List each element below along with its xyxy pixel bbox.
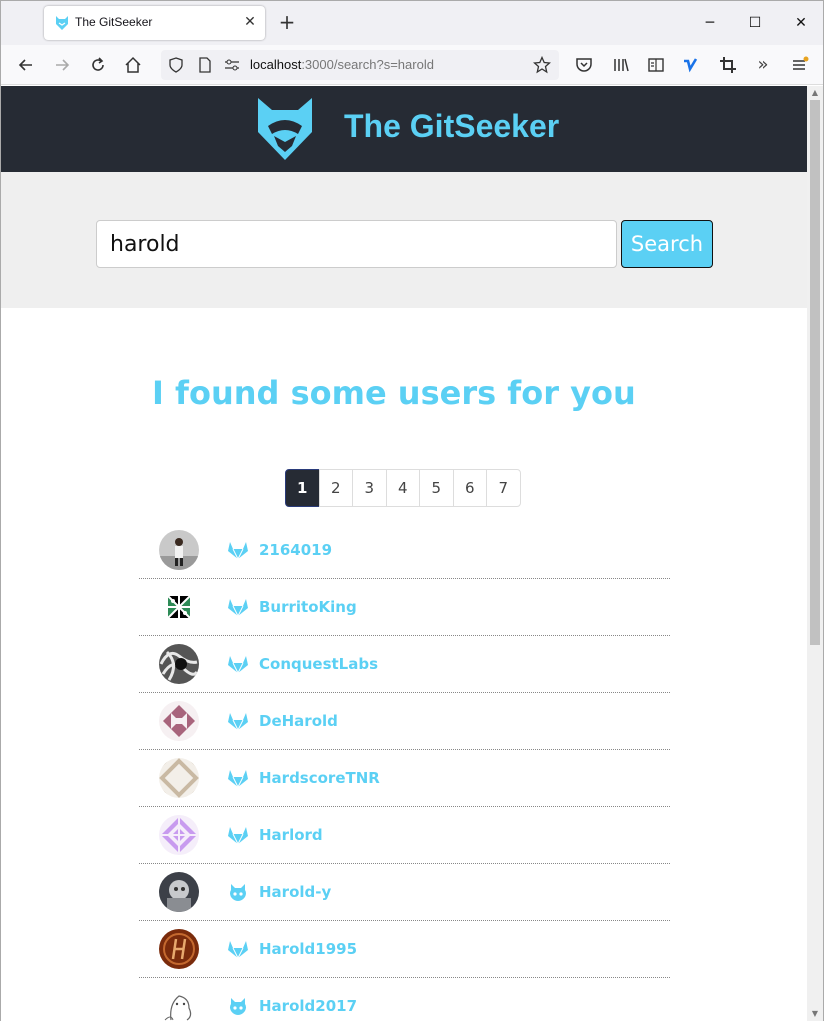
- page-1-button[interactable]: 1: [285, 469, 320, 507]
- scroll-down-icon[interactable]: ▼: [810, 1009, 820, 1019]
- browser-tab[interactable]: The GitSeeker ✕: [44, 6, 265, 40]
- library-icon[interactable]: [611, 55, 631, 75]
- maximize-icon[interactable]: ☐: [743, 11, 767, 35]
- user-link[interactable]: BurritoKing: [259, 598, 357, 616]
- pagination: 1 2 3 4 5 6 7: [285, 469, 521, 507]
- page-5-button[interactable]: 5: [419, 469, 454, 507]
- url-text[interactable]: localhost:3000/search?s=harold: [250, 57, 434, 72]
- gitlab-icon: [228, 770, 248, 788]
- page-4-button[interactable]: 4: [385, 469, 420, 507]
- list-item: DeHarold: [139, 693, 670, 750]
- gitlab-icon: [228, 713, 248, 731]
- new-tab-icon[interactable]: +: [277, 12, 297, 32]
- home-icon[interactable]: [123, 55, 143, 75]
- user-link[interactable]: Harlord: [259, 826, 323, 844]
- more-tools-icon[interactable]: »: [753, 55, 773, 75]
- close-window-icon[interactable]: ✕: [789, 11, 813, 35]
- page-7-button[interactable]: 7: [486, 469, 521, 507]
- tab-strip: The GitSeeker ✕ + ─ ☐ ✕: [1, 1, 823, 45]
- user-link[interactable]: Harold1995: [259, 940, 357, 958]
- crop-icon[interactable]: [718, 55, 738, 75]
- list-item: ConquestLabs: [139, 636, 670, 693]
- github-icon: [230, 884, 246, 901]
- avatar[interactable]: [159, 587, 199, 627]
- list-item: BurritoKing: [139, 579, 670, 636]
- scroll-up-icon[interactable]: ▲: [810, 88, 820, 98]
- list-item: Harold1995: [139, 921, 670, 978]
- user-link[interactable]: Harold-y: [259, 883, 331, 901]
- user-link[interactable]: Harold2017: [259, 997, 357, 1015]
- url-path: :3000/search?s=harold: [301, 57, 434, 72]
- pocket-icon[interactable]: [574, 55, 594, 75]
- avatar[interactable]: [159, 986, 199, 1021]
- github-icon: [230, 998, 246, 1015]
- url-host: localhost: [250, 57, 302, 72]
- page-viewport: The GitSeeker Search I found some users …: [1, 86, 807, 1021]
- gitseeker-favicon-icon: [56, 16, 68, 30]
- search-input[interactable]: [96, 220, 617, 268]
- back-icon[interactable]: [16, 55, 36, 75]
- page-6-button[interactable]: 6: [452, 469, 487, 507]
- list-item: Harold2017: [139, 978, 670, 1021]
- vimeo-extension-icon[interactable]: [681, 55, 701, 75]
- user-link[interactable]: DeHarold: [259, 712, 338, 730]
- reload-icon[interactable]: [88, 55, 108, 75]
- avatar[interactable]: [159, 758, 199, 798]
- page-3-button[interactable]: 3: [352, 469, 387, 507]
- forward-icon[interactable]: [52, 55, 72, 75]
- menu-icon[interactable]: [790, 55, 810, 75]
- shield-icon[interactable]: [168, 57, 184, 73]
- gitlab-icon: [228, 656, 248, 674]
- user-link[interactable]: 2164019: [259, 541, 332, 559]
- url-bar[interactable]: localhost:3000/search?s=harold: [161, 50, 559, 80]
- list-item: 2164019: [139, 522, 670, 579]
- permissions-icon[interactable]: [224, 58, 240, 72]
- search-section: Search: [1, 172, 807, 308]
- browser-window: The GitSeeker ✕ + ─ ☐ ✕ localhost:3000/s…: [0, 0, 824, 1021]
- reader-view-icon[interactable]: [646, 55, 666, 75]
- list-item: Harold-y: [139, 864, 670, 921]
- avatar[interactable]: [159, 872, 199, 912]
- results-heading: I found some users for you: [152, 374, 636, 412]
- bookmark-star-icon[interactable]: [533, 56, 551, 74]
- page-icon[interactable]: [198, 57, 212, 73]
- user-list: 2164019 BurritoKing ConquestLabs DeHarol…: [139, 522, 670, 1021]
- gitlab-icon: [228, 542, 248, 560]
- gitlab-icon: [228, 941, 248, 959]
- search-button[interactable]: Search: [621, 220, 713, 268]
- scrollbar-thumb[interactable]: [810, 100, 820, 645]
- user-link[interactable]: HardscoreTNR: [259, 769, 380, 787]
- gitlab-icon: [228, 599, 248, 617]
- vertical-scrollbar[interactable]: ▲ ▼: [807, 86, 823, 1021]
- gitlab-icon: [228, 827, 248, 845]
- avatar[interactable]: [159, 929, 199, 969]
- user-link[interactable]: ConquestLabs: [259, 655, 378, 673]
- avatar[interactable]: [159, 644, 199, 684]
- avatar[interactable]: [159, 530, 199, 570]
- avatar[interactable]: [159, 815, 199, 855]
- gitseeker-logo-icon: [258, 98, 312, 160]
- page-2-button[interactable]: 2: [318, 469, 353, 507]
- site-header: The GitSeeker: [1, 86, 807, 172]
- close-tab-icon[interactable]: ✕: [242, 14, 258, 30]
- brand-title: The GitSeeker: [344, 108, 560, 144]
- list-item: HardscoreTNR: [139, 750, 670, 807]
- minimize-icon[interactable]: ─: [698, 11, 722, 35]
- list-item: Harlord: [139, 807, 670, 864]
- navigation-bar: localhost:3000/search?s=harold »: [1, 45, 823, 85]
- tab-title: The GitSeeker: [75, 15, 153, 29]
- avatar[interactable]: [159, 701, 199, 741]
